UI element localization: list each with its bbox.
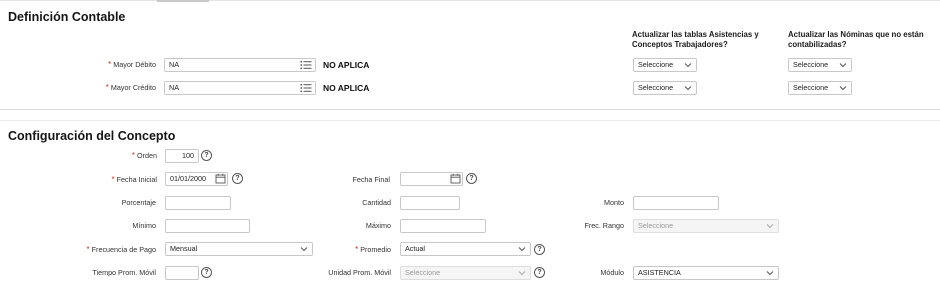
mayor-debito-label: * Mayor Débito (108, 60, 156, 69)
required-marker: * (105, 83, 109, 92)
modulo-label: Módulo (600, 268, 624, 277)
mayor-credito-input[interactable]: NA (164, 81, 316, 95)
chevron-down-icon (300, 247, 308, 252)
orden-label: * Orden (131, 151, 157, 160)
mayor-credito-label: * Mayor Crédito (105, 83, 156, 92)
promedio-select[interactable]: Actual (400, 242, 531, 256)
cantidad-input[interactable] (400, 196, 460, 210)
required-marker: * (111, 175, 115, 184)
help-icon[interactable]: ? (466, 173, 477, 184)
required-marker: * (131, 151, 136, 160)
help-icon[interactable]: ? (232, 173, 243, 184)
section-divider (0, 109, 940, 110)
minimo-input[interactable] (165, 219, 250, 233)
asistencias-select-credito[interactable]: Seleccione (633, 81, 697, 95)
modulo-select[interactable]: ASISTENCIA (633, 266, 779, 280)
porcentaje-label: Porcentaje (121, 198, 156, 207)
monto-input[interactable] (633, 196, 719, 210)
list-of-values-icon[interactable] (300, 83, 312, 93)
help-icon[interactable]: ? (534, 244, 545, 255)
col-head-nominas: Actualizar las Nóminas que no están cont… (788, 30, 924, 49)
configuracion-concepto-title: Configuración del Concepto (8, 129, 176, 143)
nominas-select-debito[interactable]: Seleccione (788, 58, 852, 72)
chevron-down-icon (684, 86, 692, 91)
list-of-values-icon[interactable] (300, 60, 312, 70)
minimo-label: Mínimo (132, 221, 156, 230)
calendar-icon[interactable] (215, 173, 226, 184)
col-head-asistencias: Actualizar las tablas Asistencias y Conc… (632, 30, 759, 49)
required-marker: * (108, 60, 112, 69)
help-icon[interactable]: ? (201, 267, 212, 278)
chevron-down-icon (766, 271, 774, 276)
mayor-credito-value: NA (169, 83, 179, 92)
top-tab-indicator (157, 0, 209, 2)
maximo-input[interactable] (400, 219, 486, 233)
chevron-down-icon (839, 63, 847, 68)
maximo-label: Máximo (365, 221, 391, 230)
nominas-select-credito[interactable]: Seleccione (788, 81, 852, 95)
frec-rango-label: Frec. Rango (584, 221, 624, 230)
help-icon[interactable]: ? (534, 267, 545, 278)
chevron-down-icon (839, 86, 847, 91)
orden-input[interactable]: 100 (165, 149, 199, 163)
chevron-down-icon (684, 63, 692, 68)
chevron-down-icon (518, 247, 526, 252)
mayor-credito-description: NO APLICA (323, 83, 370, 93)
frecuencia-pago-label: * Frecuencia de Pago (86, 245, 156, 254)
frec-rango-select[interactable]: Seleccione (633, 219, 779, 233)
top-border (0, 0, 940, 1)
definicion-contable-title: Definición Contable (8, 10, 126, 24)
mayor-debito-input[interactable]: NA (164, 58, 316, 72)
monto-label: Monto (604, 198, 624, 207)
frecuencia-pago-select[interactable]: Mensual (165, 242, 313, 256)
chevron-down-icon (518, 271, 526, 276)
cantidad-label: Cantidad (362, 198, 391, 207)
section-divider (0, 120, 940, 121)
tiempo-prom-movil-label: Tiempo Prom. Móvil (92, 268, 156, 277)
fecha-final-label: Fecha Final (352, 175, 390, 184)
chevron-down-icon (766, 224, 774, 229)
help-icon[interactable]: ? (201, 150, 212, 161)
tiempo-prom-movil-input[interactable] (165, 266, 199, 280)
mayor-debito-description: NO APLICA (323, 60, 370, 70)
unidad-prom-movil-select[interactable]: Seleccione (400, 266, 531, 280)
required-marker: * (355, 245, 359, 254)
porcentaje-input[interactable] (165, 196, 231, 210)
asistencias-select-debito[interactable]: Seleccione (633, 58, 697, 72)
fecha-inicial-label: * Fecha Inicial (111, 175, 157, 184)
mayor-debito-value: NA (169, 60, 179, 69)
page: Definición Contable Actualizar las tabla… (0, 0, 940, 289)
required-marker: * (86, 245, 90, 254)
promedio-label: * Promedio (355, 245, 391, 254)
unidad-prom-movil-label: Unidad Prom. Móvil (328, 268, 391, 277)
calendar-icon[interactable] (450, 173, 461, 184)
